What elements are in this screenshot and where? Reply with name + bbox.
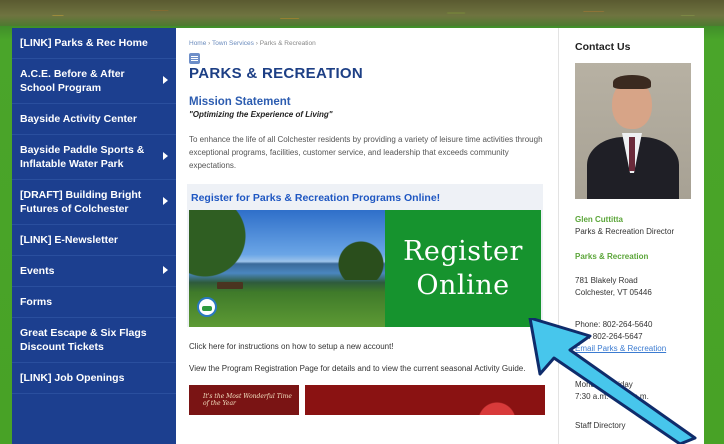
register-word: Register — [403, 235, 523, 267]
online-word: Online — [416, 269, 510, 301]
staff-directory-link[interactable]: Staff Directory — [575, 421, 704, 430]
sidebar-item[interactable]: [DRAFT] Building Bright Futures of Colch… — [12, 180, 176, 225]
register-section: Register for Parks & Recreation Programs… — [187, 184, 543, 327]
mission-quote: "Optimizing the Experience of Living" — [189, 110, 333, 119]
sidebar-item[interactable]: Forms — [12, 287, 176, 318]
register-online-banner[interactable]: Register Online — [189, 210, 541, 327]
contact-hours: Monday - Friday 7:30 a.m. - 4:00 p.m. — [575, 379, 704, 403]
sidebar-nav: [LINK] Parks & Rec Home A.C.E. Before & A… — [12, 28, 176, 444]
register-heading: Register for Parks & Recreation Programs… — [191, 192, 441, 204]
sidebar-item-label: Great Escape & Six Flags Discount Ticket… — [20, 327, 147, 353]
chevron-right-icon — [163, 266, 168, 274]
sidebar-item[interactable]: Bayside Paddle Sports & Inflatable Water… — [12, 135, 176, 180]
chevron-right-icon — [163, 197, 168, 205]
lake-photo — [189, 210, 385, 327]
holiday-banner-image[interactable] — [305, 385, 545, 415]
sidebar-item[interactable]: [LINK] Job Openings — [12, 363, 176, 394]
hours-value: 7:30 a.m. - 4:00 p.m. — [575, 392, 649, 401]
page-title: PARKS & RECREATION — [189, 65, 364, 82]
chevron-right-icon — [163, 152, 168, 160]
contact-address: 781 Blakely Road Colchester, VT 05446 — [575, 275, 704, 299]
contact-sidebar: Contact Us Glen Cuttitta Parks & Recreat… — [558, 28, 704, 444]
sidebar-item[interactable]: Events — [12, 256, 176, 287]
sidebar-item-label: [DRAFT] Building Bright Futures of Colch… — [20, 189, 142, 215]
photo-hair — [613, 75, 651, 89]
intro-text: To enhance the life of all Colchester re… — [189, 135, 543, 170]
sidebar-item[interactable]: Great Escape & Six Flags Discount Ticket… — [12, 318, 176, 363]
photo-tie — [629, 137, 635, 171]
sidebar-item-label: [LINK] Job Openings — [20, 372, 125, 384]
holiday-banner-row: It's the Most Wonderful Time of the Year — [189, 385, 546, 415]
chevron-right-icon — [163, 76, 168, 84]
hours-label: Monday - Friday — [575, 380, 633, 389]
sidebar-item[interactable]: A.C.E. Before & After School Program — [12, 59, 176, 104]
contact-name-link[interactable]: Glen Cuttitta — [575, 215, 704, 224]
bench-image — [217, 282, 243, 289]
contact-phone-block: Phone: 802-264-5640 Fax: 802-264-5647 Em… — [575, 319, 704, 355]
sidebar-item[interactable]: [LINK] Parks & Rec Home — [12, 28, 176, 59]
town-seal-logo — [197, 297, 217, 317]
tree-image — [319, 240, 385, 280]
contact-department-link[interactable]: Parks & Recreation — [575, 252, 704, 261]
sidebar-item-label: [LINK] E-Newsletter — [20, 234, 119, 246]
sidebar-item-label: Bayside Activity Center — [20, 113, 137, 125]
contact-heading: Contact Us — [575, 41, 631, 53]
mission-heading: Mission Statement — [189, 96, 291, 108]
contact-role: Parks & Recreation Director — [575, 227, 675, 236]
page-icon — [189, 53, 200, 64]
header-banner — [0, 0, 724, 26]
tree-image — [189, 210, 259, 290]
sidebar-item-label: Bayside Paddle Sports & Inflatable Water… — [20, 144, 145, 170]
program-registration-text[interactable]: View the Program Registration Page for d… — [189, 363, 546, 375]
sidebar-item[interactable]: [LINK] E-Newsletter — [12, 225, 176, 256]
sidebar-item-label: Forms — [20, 296, 53, 308]
account-setup-link[interactable]: Click here for instructions on how to se… — [189, 342, 546, 351]
breadcrumb-current: Parks & Recreation — [259, 40, 316, 47]
fax-number: Fax: 802-264-5647 — [575, 332, 643, 341]
sidebar-item-label: [LINK] Parks & Rec Home — [20, 37, 148, 49]
breadcrumb-town-services[interactable]: Town Services — [212, 40, 254, 47]
phone-number: Phone: 802-264-5640 — [575, 320, 653, 329]
address-line: Colchester, VT 05446 — [575, 288, 652, 297]
holiday-banner[interactable]: It's the Most Wonderful Time of the Year — [189, 385, 299, 415]
main-content: Home › Town Services › Parks & Recreatio… — [176, 28, 558, 444]
email-link[interactable]: Email Parks & Recreation — [575, 343, 704, 355]
breadcrumb: Home › Town Services › Parks & Recreatio… — [189, 40, 546, 47]
director-photo — [575, 63, 691, 199]
sidebar-item[interactable]: Bayside Activity Center — [12, 104, 176, 135]
sidebar-item-label: A.C.E. Before & After School Program — [20, 68, 125, 94]
sidebar-item-label: Events — [20, 265, 55, 277]
address-line: 781 Blakely Road — [575, 276, 638, 285]
breadcrumb-home[interactable]: Home — [189, 40, 206, 47]
register-online-panel[interactable]: Register Online — [385, 210, 541, 327]
